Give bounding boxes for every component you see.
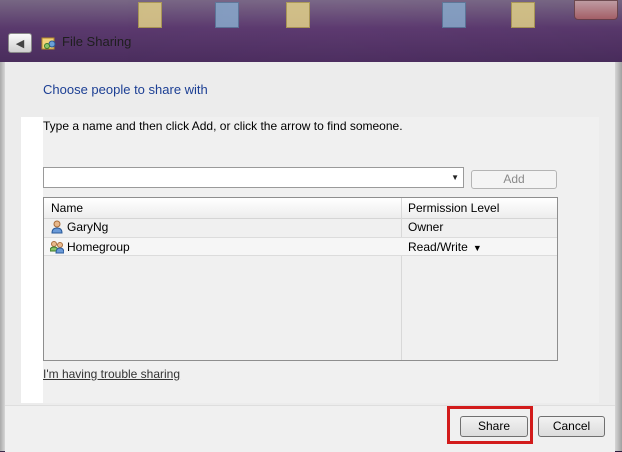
add-button[interactable]: Add	[471, 170, 557, 189]
heading-area: Choose people to share with	[5, 62, 615, 117]
back-arrow-icon: ◀	[15, 37, 25, 50]
dialog-footer: Share Cancel	[5, 405, 615, 452]
list-item-permission: Read/Write	[408, 240, 468, 254]
homegroup-icon	[50, 241, 64, 254]
back-button[interactable]: ◀	[8, 33, 32, 53]
people-list: Name Permission Level GaryNg Owner Homeg…	[43, 197, 558, 361]
title-bar: ◀ File Sharing	[0, 25, 622, 62]
user-icon	[51, 220, 63, 234]
chevron-down-icon[interactable]: ▼	[473, 243, 482, 253]
window-title: File Sharing	[62, 34, 132, 49]
list-item-name: Homegroup	[67, 240, 130, 254]
column-header-permission[interactable]: Permission Level	[408, 201, 499, 215]
list-header: Name Permission Level	[44, 198, 557, 219]
name-combobox[interactable]: ▼	[43, 167, 464, 188]
list-item[interactable]: Homegroup Read/Write ▼	[44, 237, 557, 256]
permission-dropdown[interactable]: Read/Write ▼	[408, 240, 482, 254]
file-sharing-dialog: Choose people to share with Type a name …	[5, 62, 615, 452]
list-item-permission: Owner	[408, 220, 444, 234]
cancel-button[interactable]: Cancel	[538, 416, 605, 437]
page-title: Choose people to share with	[43, 82, 208, 97]
dropdown-arrow-icon[interactable]: ▼	[451, 173, 459, 182]
share-button[interactable]: Share	[460, 416, 528, 437]
content-panel: Type a name and then click Add, or click…	[21, 117, 599, 403]
window-frame-right	[615, 62, 622, 451]
file-sharing-icon	[41, 37, 56, 50]
close-button[interactable]	[574, 0, 618, 20]
instructions-text: Type a name and then click Add, or click…	[43, 119, 403, 133]
list-item-name: GaryNg	[67, 220, 109, 234]
content-inner: Type a name and then click Add, or click…	[43, 117, 599, 403]
column-header-name[interactable]: Name	[51, 201, 83, 215]
list-item[interactable]: GaryNg Owner	[44, 218, 557, 237]
trouble-sharing-link[interactable]: I'm having trouble sharing	[43, 367, 180, 381]
